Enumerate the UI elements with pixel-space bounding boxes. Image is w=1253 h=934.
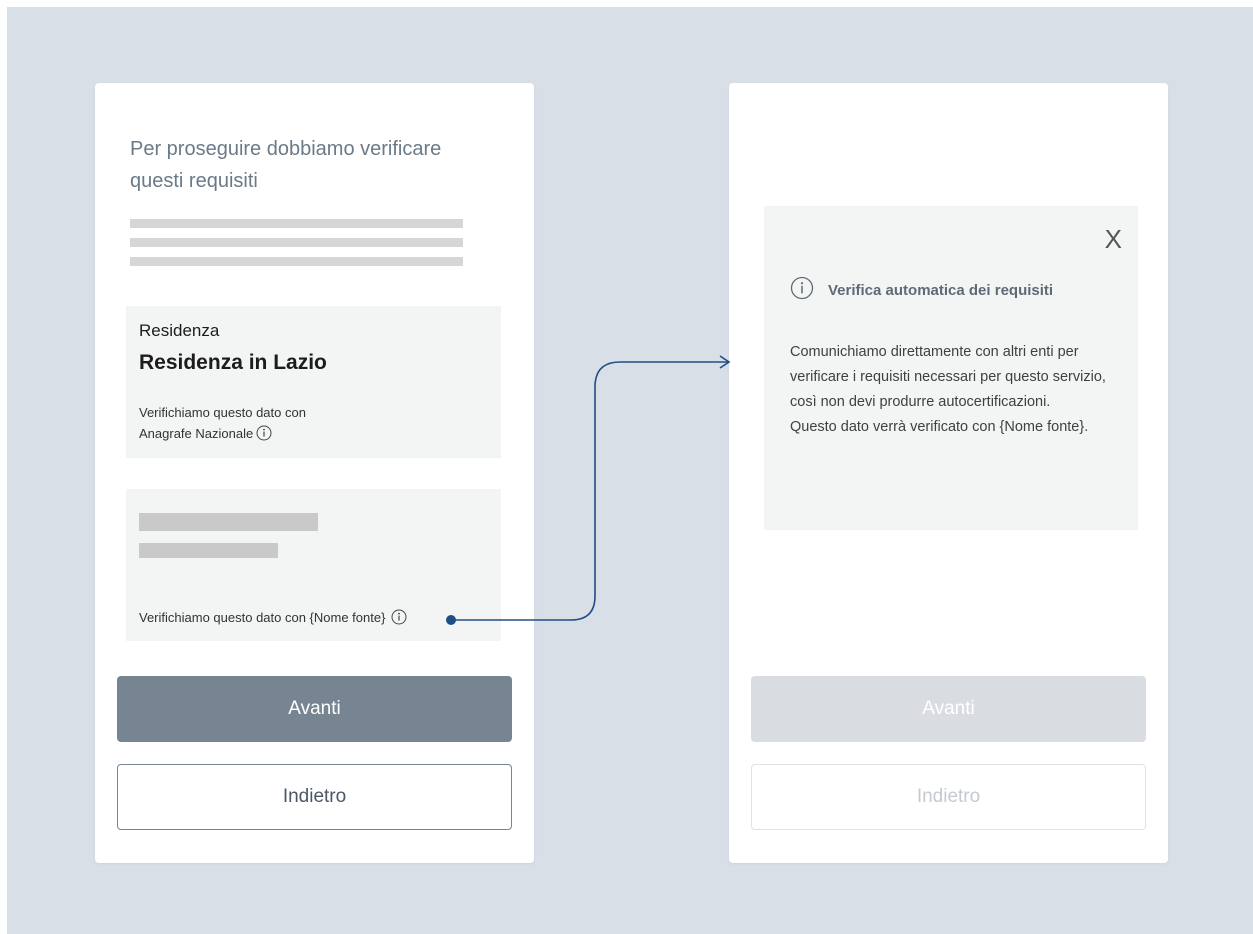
right-screen: X Verifica automatica dei requisiti Comu…: [729, 83, 1168, 863]
requirement-value: Residenza in Lazio: [139, 351, 327, 374]
back-button[interactable]: Indietro: [117, 764, 512, 830]
value-placeholder-bar: [139, 543, 278, 558]
source-name: Anagrafe Nazionale: [139, 426, 254, 441]
requirement-source-note: Verifichiamo questo dato con {Nome fonte…: [139, 609, 407, 628]
text-placeholder-line: [130, 238, 463, 247]
text-placeholder-line: [130, 219, 463, 228]
info-circle-icon: [790, 276, 814, 305]
requirement-source-note: Verifichiamo questo dato con Anagrafe Na…: [139, 402, 439, 447]
modal-body: Comunichiamo direttamente con altri enti…: [790, 340, 1120, 440]
modal-title: Verifica automatica dei requisiti: [828, 282, 1054, 299]
page-title: Per proseguire dobbiamo verificare quest…: [130, 138, 442, 192]
source-note-text: Verifichiamo questo dato con {Nome fonte…: [139, 610, 386, 625]
requirement-card-placeholder: Verifichiamo questo dato con {Nome fonte…: [126, 489, 501, 641]
modal-header: Verifica automatica dei requisiti: [790, 276, 1053, 305]
source-note-line: Anagrafe Nazionale: [139, 423, 439, 447]
close-icon[interactable]: X: [1105, 224, 1122, 254]
info-circle-icon[interactable]: [391, 609, 407, 628]
left-screen: Per proseguire dobbiamo verificare quest…: [95, 83, 534, 863]
requirement-card-residenza: Residenza Residenza in Lazio Verifichiam…: [126, 306, 501, 458]
next-button[interactable]: Avanti: [117, 676, 512, 742]
next-button-disabled[interactable]: Avanti: [751, 676, 1146, 742]
requirement-label: Residenza: [139, 321, 220, 340]
modal-body-text: Comunichiamo direttamente con altri enti…: [790, 344, 1106, 410]
back-button-disabled[interactable]: Indietro: [751, 764, 1146, 830]
source-note-line: Verifichiamo questo dato con: [139, 405, 306, 420]
modal-body-text: Questo dato verrà verificato con {Nome f…: [790, 419, 1089, 435]
text-placeholder-line: [130, 257, 463, 266]
info-modal: X Verifica automatica dei requisiti Comu…: [764, 206, 1138, 530]
info-circle-icon[interactable]: [256, 425, 272, 447]
label-placeholder-bar: [139, 513, 318, 531]
